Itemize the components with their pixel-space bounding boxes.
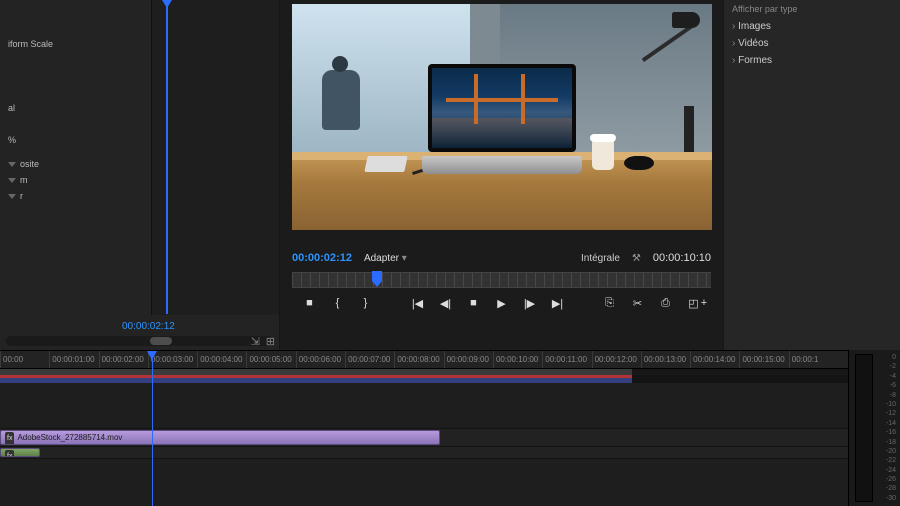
quality-dropdown[interactable]: Intégrale <box>581 253 620 264</box>
meter-scale-label: -22 <box>886 457 896 464</box>
effect-mini-timeline[interactable] <box>151 0 279 315</box>
lift-button[interactable]: ⎘ <box>603 297 617 310</box>
tracks-area: fxAdobeStock_272885714.mov fxBodys <box>0 383 848 459</box>
video-track-1[interactable]: fxAdobeStock_272885714.mov <box>0 429 848 447</box>
meter-scale: 0 -2 -4 -6 -8 -10 -12 -14 -16 -18 -20 -22 -24 -26 -28 -… <box>886 354 896 502</box>
browser-header: Afficher par type <box>732 4 892 14</box>
ruler-tick: 00:00:15:00 <box>739 351 788 368</box>
mark-out-button[interactable]: } <box>359 297 373 309</box>
meter-scale-label: -2 <box>890 363 896 370</box>
ruler-tick: 00:00:11:00 <box>542 351 591 368</box>
program-monitor-panel: 00:00:02:12 Adapter Intégrale ⚒ 00:00:10… <box>280 0 724 350</box>
ruler-tick: 00:00:12:00 <box>592 351 641 368</box>
meter-scale-label: -26 <box>886 476 896 483</box>
time-ruler[interactable]: 00:0000:00:01:0000:00:02:0000:00:03:0000… <box>0 351 848 369</box>
new-item-icon[interactable]: ⊞ <box>266 335 275 348</box>
popout-icon[interactable]: ⇲ <box>251 335 260 348</box>
empty-video-tracks[interactable] <box>0 383 848 429</box>
monitor-scrubber[interactable] <box>292 272 711 288</box>
monitor-info-bar: 00:00:02:12 Adapter Intégrale ⚒ 00:00:10… <box>292 248 711 268</box>
meter-scale-label: -18 <box>886 439 896 446</box>
browser-item-shapes[interactable]: Formes <box>732 52 892 69</box>
timeline-panel: 00:0000:00:01:0000:00:02:0000:00:03:0000… <box>0 350 900 506</box>
ruler-tick: 00:00:09:00 <box>444 351 493 368</box>
meter-scale-label: -12 <box>886 410 896 417</box>
ruler-tick: 00:00:04:00 <box>197 351 246 368</box>
ruler-tick: 00:00:06:00 <box>296 351 345 368</box>
export-frame-button[interactable]: ⎙ <box>659 297 673 310</box>
browser-item-images[interactable]: Images <box>732 18 892 35</box>
disclosure-icon[interactable] <box>8 162 16 167</box>
add-marker-button[interactable]: ■ <box>303 297 317 309</box>
transport-bar: ■ { } |◀ ◀| ■ ▶ |▶ ▶| ⎘ ✂ ⎙ ◰ + <box>292 290 711 316</box>
browser-panel: Afficher par type Images Vidéos Formes <box>724 0 900 350</box>
ruler-tick: 00:00:13:00 <box>641 351 690 368</box>
meter-scale-label: -10 <box>886 401 896 408</box>
meter-scale-label: -14 <box>886 420 896 427</box>
ruler-tick: 00:00 <box>0 351 49 368</box>
play-button[interactable]: ▶ <box>495 297 509 310</box>
render-bar <box>0 375 848 383</box>
timeline-playhead-icon[interactable] <box>152 351 153 506</box>
meter-scale-label: -4 <box>890 373 896 380</box>
duration-timecode: 00:00:10:10 <box>653 252 711 264</box>
step-fwd-button[interactable]: |▶ <box>523 297 537 310</box>
goto-out-button[interactable]: ▶| <box>551 297 565 310</box>
disclosure-icon[interactable] <box>8 178 16 183</box>
ruler-tick: 00:00:07:00 <box>345 351 394 368</box>
meter-bars <box>855 354 873 502</box>
settings-icon[interactable]: ⚒ <box>632 253 641 264</box>
ruler-tick: 00:00:10:00 <box>493 351 542 368</box>
mini-playhead-icon[interactable] <box>166 4 168 314</box>
ruler-tick: 00:00:1 <box>789 351 838 368</box>
effect-controls-panel: 540.0 iform Scale 540.0 ◂ <box>0 0 280 350</box>
meter-scale-label: -20 <box>886 448 896 455</box>
meter-scale-label: -8 <box>890 392 896 399</box>
fx-badge: fx <box>5 450 14 457</box>
button-editor-button[interactable]: + <box>697 297 711 309</box>
ruler-tick: 00:00:08:00 <box>394 351 443 368</box>
meter-scale-label: -24 <box>886 467 896 474</box>
stop-button[interactable]: ■ <box>467 297 481 309</box>
meter-scale-label: 0 <box>892 354 896 361</box>
video-clip[interactable]: fxAdobeStock_272885714.mov <box>0 430 440 445</box>
meter-scale-label: -16 <box>886 429 896 436</box>
fx-badge: fx <box>5 432 14 445</box>
ruler-tick: 00:00:02:00 <box>99 351 148 368</box>
meter-scale-label: -28 <box>886 485 896 492</box>
browser-item-videos[interactable]: Vidéos <box>732 35 892 52</box>
meter-scale-label: -6 <box>890 382 896 389</box>
fit-dropdown[interactable]: Adapter <box>364 253 407 264</box>
effect-timecode[interactable]: 00:00:02:12 <box>122 321 175 332</box>
ruler-tick: 00:00:01:00 <box>49 351 98 368</box>
goto-in-button[interactable]: |◀ <box>411 297 425 310</box>
audio-meters: 0 -2 -4 -6 -8 -10 -12 -14 -16 -18 -20 -22 -24 -26 -28 -… <box>848 350 900 506</box>
current-timecode[interactable]: 00:00:02:12 <box>292 252 352 264</box>
disclosure-icon[interactable] <box>8 194 16 199</box>
effect-scrollbar[interactable] <box>6 336 273 346</box>
extract-button[interactable]: ✂ <box>631 297 645 310</box>
audio-track-1[interactable]: fxBodys <box>0 447 848 459</box>
step-back-button[interactable]: ◀| <box>439 297 453 310</box>
scrollbar-thumb[interactable] <box>150 337 172 345</box>
mark-in-button[interactable]: { <box>331 297 345 309</box>
ruler-tick: 00:00:05:00 <box>246 351 295 368</box>
ruler-tick: 00:00:14:00 <box>690 351 739 368</box>
audio-clip[interactable]: fxBodys <box>0 448 40 457</box>
program-preview[interactable] <box>292 4 712 230</box>
clip-label: AdobeStock_272885714.mov <box>17 433 122 442</box>
meter-scale-label: -30 <box>886 495 896 502</box>
scrubber-playhead-icon[interactable] <box>372 271 382 281</box>
